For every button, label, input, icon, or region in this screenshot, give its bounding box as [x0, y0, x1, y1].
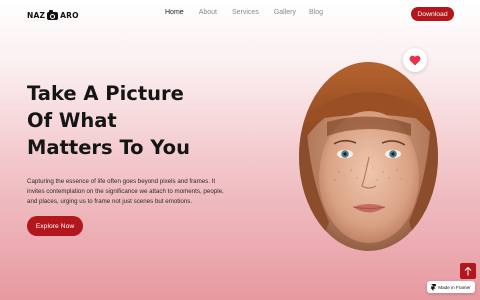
- heart-icon: [409, 55, 421, 65]
- framer-badge-label: Made in Framer: [438, 284, 471, 290]
- nav-item-gallery[interactable]: Gallery: [274, 9, 296, 16]
- hero-title: Take A Picture Of What Matters To You: [27, 80, 237, 161]
- top-nav: NAZ ARO Home About Services Gallery Blog…: [0, 0, 480, 28]
- brand-left-text: NAZ: [27, 10, 46, 20]
- brand-right-text: ARO: [60, 10, 79, 20]
- arrow-up-icon: [464, 266, 472, 275]
- framer-icon: [431, 283, 437, 291]
- brand-logo[interactable]: NAZ ARO: [27, 9, 79, 21]
- nav-item-blog[interactable]: Blog: [309, 9, 323, 16]
- camera-logo-icon: [46, 9, 59, 21]
- main-menu: Home About Services Gallery Blog: [165, 9, 323, 16]
- nav-item-about[interactable]: About: [199, 9, 217, 16]
- nav-item-home[interactable]: Home: [165, 9, 184, 16]
- nav-item-services[interactable]: Services: [232, 9, 259, 16]
- portrait-illustration: [299, 62, 438, 251]
- download-button[interactable]: Download: [411, 7, 454, 21]
- made-in-framer-badge[interactable]: Made in Framer: [427, 281, 475, 293]
- explore-now-button[interactable]: Explore Now: [27, 216, 83, 236]
- hero-title-line: Take A Picture: [27, 82, 184, 105]
- hero-title-line: Matters To You: [27, 136, 190, 159]
- favorite-heart-button[interactable]: [403, 48, 427, 72]
- hero-title-line: Of What: [27, 109, 117, 132]
- scroll-to-top-button[interactable]: [460, 263, 476, 279]
- hero-portrait-photo: [299, 62, 438, 251]
- hero-description: Capturing the essence of life often goes…: [27, 178, 224, 205]
